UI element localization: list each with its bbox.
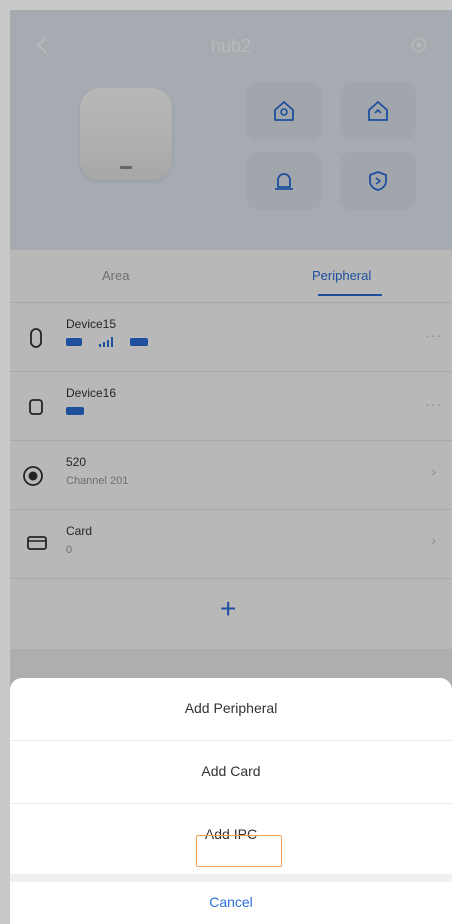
- add-card-option[interactable]: Add Card: [10, 741, 452, 803]
- add-peripheral-option[interactable]: Add Peripheral: [10, 678, 452, 740]
- app-screen: hub2 Area Peripheral Device15 ··· Device…: [10, 10, 452, 924]
- add-card-label: Add Card: [201, 763, 261, 779]
- cancel-button[interactable]: Cancel: [10, 882, 452, 924]
- add-peripheral-label: Add Peripheral: [184, 700, 278, 716]
- sheet-gap: [10, 874, 452, 882]
- action-sheet: Add Peripheral Add Card Add IPC Cancel: [10, 678, 452, 924]
- cancel-label: Cancel: [209, 894, 253, 910]
- focus-highlight: [196, 835, 282, 867]
